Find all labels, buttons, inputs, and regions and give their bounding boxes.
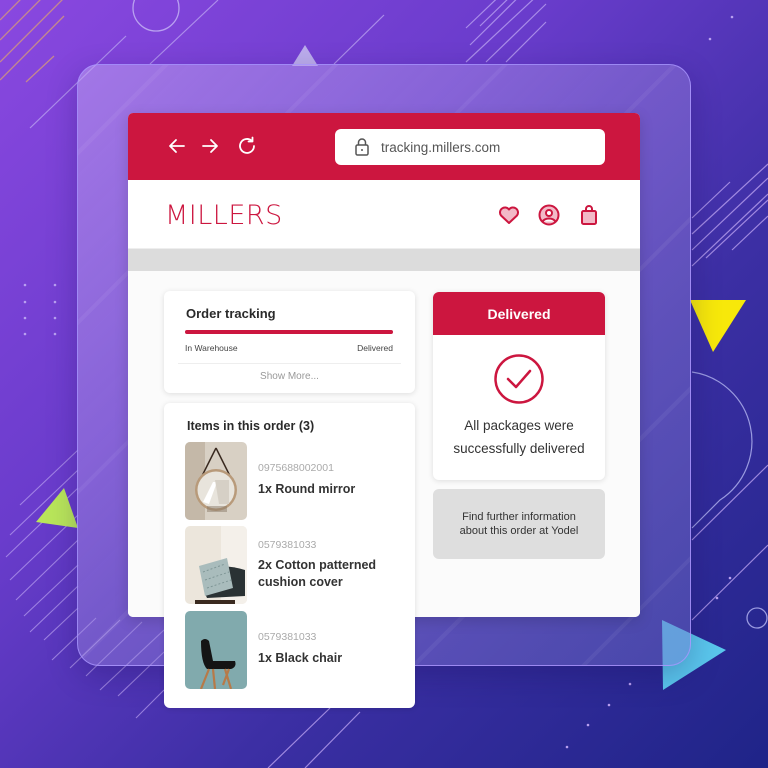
check-circle-icon — [494, 354, 544, 404]
arc-outline — [691, 371, 753, 529]
site-header: MILLERS — [128, 180, 640, 249]
account-icon — [538, 204, 560, 226]
shopping-bag-icon — [581, 205, 597, 225]
arrow-left-icon — [169, 139, 185, 153]
black-chair-image — [185, 611, 247, 689]
order-item[interactable]: 0579381033 1x Black chair — [185, 611, 410, 689]
item-sku: 0579381033 — [258, 539, 317, 551]
cart-button[interactable] — [577, 203, 601, 227]
divider — [178, 363, 401, 364]
site-logo[interactable]: MILLERS — [165, 200, 283, 231]
triangle-yellow — [690, 300, 746, 352]
address-bar[interactable] — [335, 129, 605, 165]
url-input[interactable] — [381, 139, 581, 155]
item-sku: 0579381033 — [258, 631, 317, 643]
account-button[interactable] — [537, 203, 561, 227]
heart-icon — [499, 206, 519, 224]
cushion-cover-image — [185, 526, 247, 604]
order-tracking-card: Order tracking In Warehouse Delivered Sh… — [164, 291, 415, 393]
show-more-link[interactable]: Show More... — [164, 371, 415, 382]
browser-toolbar — [128, 113, 640, 180]
tracking-progress-bar — [185, 330, 393, 334]
item-name: 1x Black chair — [258, 651, 343, 665]
reload-icon — [239, 136, 255, 154]
navigation-bar — [128, 249, 640, 271]
lock-icon — [355, 138, 369, 156]
delivery-status-card: Delivered All packages were successfully… — [433, 292, 605, 480]
progress-end-label: Delivered — [357, 343, 393, 353]
circle-outline — [132, 0, 180, 32]
item-sku: 0975688002001 — [258, 462, 334, 474]
order-tracking-title: Order tracking — [186, 306, 276, 321]
delivery-status-title: Delivered — [433, 292, 605, 335]
triangle-white — [292, 45, 318, 66]
item-name: 1x Round mirror — [258, 482, 356, 496]
progress-start-label: In Warehouse — [185, 343, 238, 353]
arrow-right-icon — [202, 139, 218, 153]
small-circle-outline — [746, 607, 768, 629]
delivery-status-message: All packages were successfully delivered — [453, 418, 585, 456]
order-items-title: Items in this order (3) — [187, 419, 315, 433]
orange-stripes — [0, 0, 65, 83]
order-item[interactable]: 0579381033 2x Cotton patterned cushion c… — [185, 526, 410, 604]
reload-button[interactable] — [236, 135, 258, 157]
order-item[interactable]: 0975688002001 1x Round mirror — [185, 442, 410, 520]
back-button[interactable] — [166, 135, 188, 157]
forward-button[interactable] — [199, 135, 221, 157]
wishlist-button[interactable] — [497, 203, 521, 227]
round-mirror-image — [185, 442, 247, 520]
tracking-progress-fill — [185, 330, 393, 334]
yodel-info-button[interactable]: Find further information about this orde… — [433, 489, 605, 559]
item-name: 2x Cotton patterned cushion cover — [258, 558, 377, 589]
order-items-card: Items in this order (3) 0975688002001 1x… — [164, 403, 415, 708]
